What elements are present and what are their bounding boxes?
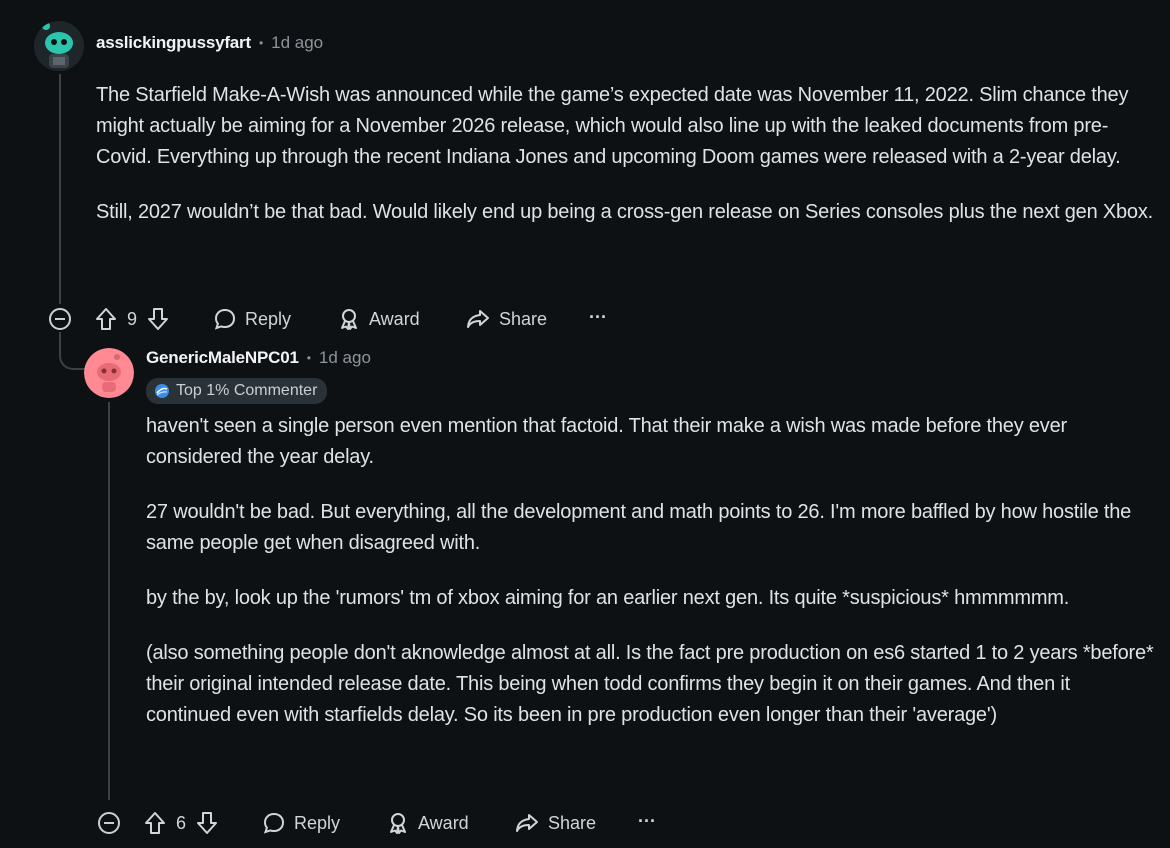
award-label: Award <box>418 812 469 833</box>
collapse-button[interactable] <box>98 812 120 834</box>
snoo-avatar-icon <box>34 21 84 71</box>
top-commenter-icon <box>155 384 169 398</box>
comment-paragraph: The Starfield Make-A-Wish was announced … <box>96 84 1129 168</box>
more-options-button[interactable]: ··· <box>638 811 656 832</box>
separator-dot: • <box>258 36 264 50</box>
share-label: Share <box>548 812 597 833</box>
comment-body: haven't seen a single person even mentio… <box>146 411 1158 731</box>
comment-bubble-icon <box>214 308 236 330</box>
reply-label: Reply <box>294 812 341 833</box>
thread-line-1[interactable] <box>59 74 61 304</box>
award-icon <box>390 813 406 834</box>
upvote-icon[interactable] <box>95 307 117 331</box>
downvote-icon[interactable] <box>196 811 218 835</box>
snoo-avatar-icon <box>84 348 134 398</box>
vote-group: 9 <box>95 307 169 331</box>
avatar[interactable] <box>34 21 84 71</box>
share-icon <box>516 814 538 832</box>
comment-paragraph: (also something people don't aknowledge … <box>146 642 1154 726</box>
share-button[interactable]: Share <box>514 811 596 835</box>
reply-button[interactable]: Reply <box>213 307 291 331</box>
award-button[interactable]: Award <box>386 811 469 835</box>
comment-paragraph: 27 wouldn't be bad. But everything, all … <box>146 501 1132 554</box>
more-options-button[interactable]: ··· <box>589 307 607 328</box>
upvote-icon[interactable] <box>144 811 166 835</box>
vote-count: 9 <box>127 308 138 329</box>
reply-button[interactable]: Reply <box>262 811 340 835</box>
user-flair: Top 1% Commenter <box>146 378 328 404</box>
comment-paragraph: by the by, look up the 'rumors' tm of xb… <box>146 587 1070 609</box>
minus-icon <box>104 822 114 824</box>
comment-paragraph: haven't seen a single person even mentio… <box>146 415 1067 468</box>
avatar[interactable] <box>84 348 134 398</box>
comment-paragraph: Still, 2027 wouldn’t be that bad. Would … <box>96 201 1154 223</box>
flair-label: Top 1% Commenter <box>176 382 318 399</box>
minus-icon <box>55 318 65 320</box>
vote-count: 6 <box>176 812 187 833</box>
award-icon <box>341 309 357 330</box>
collapse-button[interactable] <box>49 308 71 330</box>
vote-group: 6 <box>144 811 218 835</box>
award-label: Award <box>369 308 420 329</box>
separator-dot: • <box>306 351 311 365</box>
more-options-icon: ··· <box>589 307 607 327</box>
share-label: Share <box>499 308 548 329</box>
comment-timestamp[interactable]: 1d ago <box>319 348 371 368</box>
award-button[interactable]: Award <box>337 307 420 331</box>
comment-body: The Starfield Make-A-Wish was announced … <box>96 80 1158 228</box>
reply-label: Reply <box>245 308 292 329</box>
comment-timestamp[interactable]: 1d ago <box>271 33 323 53</box>
thread-line-2[interactable] <box>108 402 110 800</box>
comment-bubble-icon <box>263 812 285 834</box>
comment-author[interactable]: asslickingpussyfart <box>96 33 251 53</box>
downvote-icon[interactable] <box>147 307 169 331</box>
share-icon <box>467 310 489 328</box>
share-button[interactable]: Share <box>465 307 547 331</box>
more-options-icon: ··· <box>638 811 656 831</box>
comment-author[interactable]: GenericMaleNPC01 <box>146 348 299 368</box>
